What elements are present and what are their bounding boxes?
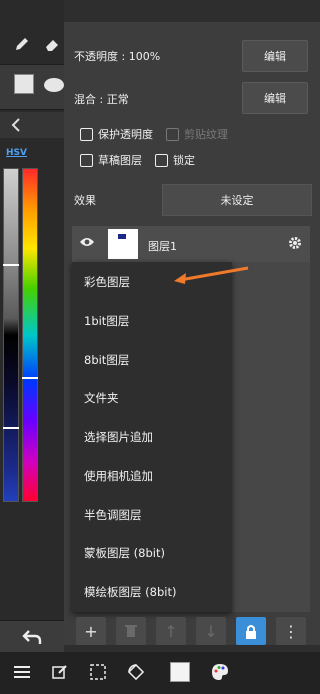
menu-item-folder[interactable]: 文件夹 (84, 390, 119, 406)
undo-icon (22, 630, 42, 644)
lock-layer-button[interactable] (236, 617, 266, 645)
blend-edit-button[interactable]: 编辑 (242, 82, 308, 114)
trash-icon (125, 625, 137, 637)
value-slider[interactable] (3, 168, 19, 502)
value-slider-marker (3, 427, 19, 429)
annotation-arrow (174, 266, 249, 284)
eraser-icon[interactable] (38, 30, 66, 58)
eye-icon[interactable] (79, 236, 95, 251)
chevron-left-icon (11, 118, 20, 132)
draft-layer-checkbox[interactable]: 草稿图层 (80, 152, 142, 168)
move-layer-up-button[interactable]: ↑ (156, 617, 186, 645)
checkbox-box (166, 127, 179, 141)
undo-button[interactable] (0, 620, 64, 655)
edit-icon[interactable] (46, 658, 74, 686)
lock-label: 锁定 (173, 154, 195, 167)
collapse-panel-button[interactable] (0, 112, 64, 138)
ellipse-brush-shape[interactable] (44, 78, 64, 92)
palette-icon[interactable] (206, 658, 234, 686)
menu-item-8bit-layer[interactable]: 8bit图层 (84, 352, 129, 368)
effect-selector[interactable]: 未设定 (162, 184, 312, 216)
arrow-down-icon: ↓ (204, 621, 218, 641)
checkbox-box (80, 153, 93, 167)
menu-item-mask-layer[interactable]: 蒙板图层 (8bit) (84, 545, 165, 561)
protect-alpha-label: 保护透明度 (98, 128, 153, 141)
menu-item-1bit-layer[interactable]: 1bit图层 (84, 313, 129, 329)
checkbox-box (80, 127, 93, 141)
layer-name: 图层1 (148, 240, 177, 253)
clipping-checkbox: 剪贴纹理 (166, 126, 228, 142)
layer-list-area (232, 262, 310, 612)
menu-item-add-from-camera[interactable]: 使用相机追加 (84, 468, 153, 484)
canvas-icon[interactable] (166, 658, 194, 686)
clipping-label: 剪贴纹理 (184, 128, 228, 141)
effect-label: 效果 (74, 194, 96, 207)
more-vertical-icon: ⋮ (283, 621, 299, 641)
hsv-tab[interactable]: HSV (6, 148, 32, 158)
add-layer-menu: 彩色图层 1bit图层 8bit图层 文件夹 选择图片追加 使用相机追加 半色调… (72, 262, 232, 612)
selection-icon[interactable] (84, 658, 112, 686)
arrow-up-icon: ↑ (164, 621, 178, 641)
plus-icon: + (84, 621, 98, 641)
rotate-icon[interactable] (122, 658, 150, 686)
checkbox-box (155, 153, 168, 167)
layer-more-button[interactable]: ⋮ (276, 617, 306, 645)
opacity-edit-button[interactable]: 编辑 (242, 40, 308, 72)
menu-item-add-from-image[interactable]: 选择图片追加 (84, 429, 153, 445)
lock-icon (246, 624, 256, 639)
draft-layer-label: 草稿图层 (98, 154, 142, 167)
lock-checkbox[interactable]: 锁定 (155, 152, 195, 168)
delete-layer-button[interactable] (116, 617, 146, 645)
pen-icon[interactable] (8, 30, 36, 58)
opacity-label: 不透明度 : 100% (74, 50, 161, 63)
menu-item-color-layer[interactable]: 彩色图层 (84, 274, 130, 290)
move-layer-down-button[interactable]: ↓ (196, 617, 226, 645)
value-slider-marker (3, 264, 19, 266)
menu-item-halftone-layer[interactable]: 半色调图层 (84, 507, 142, 523)
protect-alpha-checkbox[interactable]: 保护透明度 (80, 126, 153, 142)
add-layer-button[interactable]: + (76, 617, 106, 645)
square-brush-shape[interactable] (14, 74, 34, 94)
hue-slider-marker (22, 377, 38, 379)
gear-icon[interactable] (288, 236, 302, 253)
hue-slider[interactable] (22, 168, 38, 502)
menu-item-stencil-layer[interactable]: 模绘板图层 (8bit) (84, 584, 176, 600)
hamburger-icon[interactable] (8, 658, 36, 686)
layer-thumbnail-content (118, 234, 126, 239)
blend-mode-label: 混合 : 正常 (74, 93, 129, 106)
